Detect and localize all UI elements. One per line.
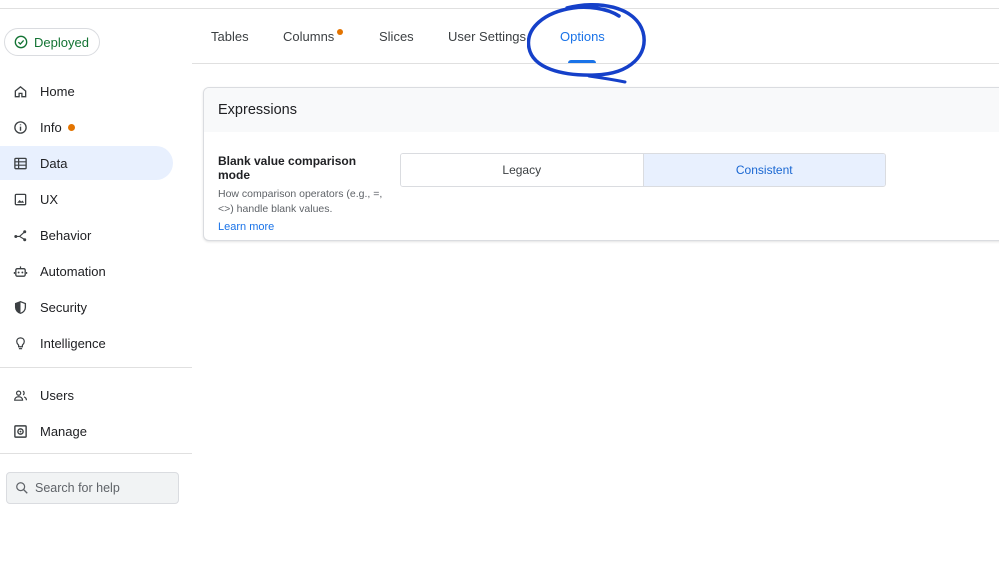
deployed-status-chip[interactable]: Deployed: [4, 28, 100, 56]
card-title: Expressions: [204, 88, 999, 132]
check-circle-icon: [14, 35, 28, 49]
behavior-icon: [12, 227, 28, 243]
sidebar-divider: [0, 453, 192, 454]
blank-comparison-setting: Blank value comparison mode How comparis…: [218, 154, 388, 235]
sidebar-item-users[interactable]: Users: [0, 378, 173, 412]
setting-description: How comparison operators (e.g., =, <>) h…: [218, 188, 383, 215]
tab-slices[interactable]: Slices: [379, 9, 414, 63]
sidebar-divider: [0, 367, 192, 368]
sidebar-item-label: Manage: [40, 423, 87, 439]
sidebar-item-data[interactable]: Data: [0, 146, 173, 180]
lightbulb-icon: [12, 335, 28, 351]
sidebar-item-label: Data: [40, 155, 68, 171]
tab-label: Slices: [379, 28, 414, 44]
shield-icon: [12, 299, 28, 315]
sidebar-item-label: Intelligence: [40, 335, 106, 351]
comparison-mode-toggle: Legacy Consistent: [400, 153, 886, 187]
sidebar-item-behavior[interactable]: Behavior: [0, 218, 173, 252]
active-tab-indicator: [568, 60, 597, 63]
sidebar-item-label: Automation: [40, 263, 106, 279]
search-input[interactable]: [35, 481, 165, 495]
option-legacy-button[interactable]: Legacy: [401, 154, 643, 186]
data-table-icon: [12, 155, 28, 171]
search-icon: [16, 482, 28, 494]
tab-user-settings[interactable]: User Settings: [448, 9, 526, 63]
manage-icon: [12, 423, 28, 439]
sidebar-item-label: Users: [40, 387, 74, 403]
tab-label: Columns: [283, 28, 335, 44]
sidebar-item-ux[interactable]: UX: [0, 182, 173, 216]
sidebar-item-intelligence[interactable]: Intelligence: [0, 326, 173, 360]
tab-bar: Tables Columns Slices User Settings Opti…: [192, 9, 999, 64]
sidebar-item-label: Behavior: [40, 227, 92, 243]
sidebar-item-label: UX: [40, 191, 59, 207]
image-icon: [12, 191, 28, 207]
learn-more-link[interactable]: Learn more: [218, 221, 274, 233]
sidebar-item-info[interactable]: Info: [0, 110, 173, 144]
sidebar-item-security[interactable]: Security: [0, 290, 173, 324]
tab-tables[interactable]: Tables: [211, 9, 249, 63]
sidebar-item-label: Info: [40, 119, 62, 135]
sidebar-item-home[interactable]: Home: [0, 74, 173, 108]
users-icon: [12, 387, 28, 403]
expressions-card: Expressions Blank value comparison mode …: [203, 87, 999, 241]
tab-label: Tables: [211, 28, 249, 44]
tab-options[interactable]: Options: [560, 9, 605, 63]
home-icon: [12, 83, 28, 99]
help-search-box[interactable]: [6, 472, 179, 504]
tab-label: Options: [560, 28, 605, 44]
sidebar-item-automation[interactable]: Automation: [0, 254, 173, 288]
setting-title: Blank value comparison mode: [218, 154, 357, 182]
info-icon: [12, 119, 28, 135]
deployed-label: Deployed: [34, 34, 89, 50]
option-consistent-button[interactable]: Consistent: [642, 154, 885, 186]
robot-icon: [12, 263, 28, 279]
tab-label: User Settings: [448, 28, 527, 44]
sidebar-item-label: Home: [40, 83, 75, 99]
sidebar-item-manage[interactable]: Manage: [0, 414, 173, 448]
columns-badge-dot: [337, 29, 344, 35]
tab-columns[interactable]: Columns: [283, 9, 344, 63]
sidebar-item-label: Security: [40, 299, 87, 315]
info-badge-dot: [67, 123, 75, 131]
